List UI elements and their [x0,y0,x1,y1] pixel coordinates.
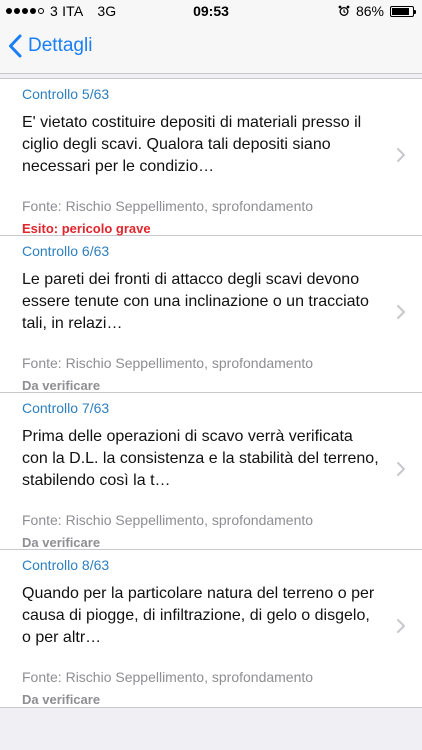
status-bar: 3 ITA 3G 09:53 86% [0,0,422,22]
item-header: Controllo 6/63 [22,243,110,259]
list-item[interactable]: Controllo 6/63 Le pareti dei fronti di a… [0,236,422,393]
list-item[interactable]: Controllo 8/63 Quando per la particolare… [0,550,422,707]
item-body: E' vietato costituire depositi di materi… [22,114,362,175]
item-body: Quando per la particolare natura del ter… [22,585,375,646]
chevron-right-icon [397,619,405,633]
chevron-right-icon [397,305,405,319]
item-status: Da verificare [22,535,101,550]
alarm-clock-icon [338,5,350,16]
back-button[interactable]: Dettagli [8,34,92,58]
battery-icon [390,5,416,17]
item-source: Fonte: Rischio Seppellimento, sprofondam… [22,198,314,214]
list-item[interactable]: Controllo 7/63 Prima delle operazioni di… [0,393,422,550]
chevron-right-icon [397,148,405,162]
navigation-bar: Dettagli [0,22,422,74]
item-status: Da verificare [22,692,101,707]
item-body: Le pareti dei fronti di attacco degli sc… [22,271,369,332]
item-source: Fonte: Rischio Seppellimento, sprofondam… [22,669,314,685]
item-body: Prima delle operazioni di scavo verrà ve… [22,428,379,489]
item-status: Da verificare [22,378,101,393]
chevron-right-icon [397,462,405,476]
item-source: Fonte: Rischio Seppellimento, sprofondam… [22,512,314,528]
item-header: Controllo 7/63 [22,400,110,416]
battery-fill [392,7,410,15]
controls-list: Controllo 5/63 E' vietato costituire dep… [0,78,422,708]
item-header: Controllo 8/63 [22,557,110,573]
list-item[interactable]: Controllo 5/63 E' vietato costituire dep… [0,79,422,236]
item-status: Esito: pericolo grave [22,221,151,236]
item-header: Controllo 5/63 [22,86,110,102]
status-right: 86% [338,3,416,19]
battery-percentage: 86% [355,3,384,19]
back-button-label: Dettagli [28,35,93,56]
item-source: Fonte: Rischio Seppellimento, sprofondam… [22,355,314,371]
chevron-left-icon [9,34,22,58]
